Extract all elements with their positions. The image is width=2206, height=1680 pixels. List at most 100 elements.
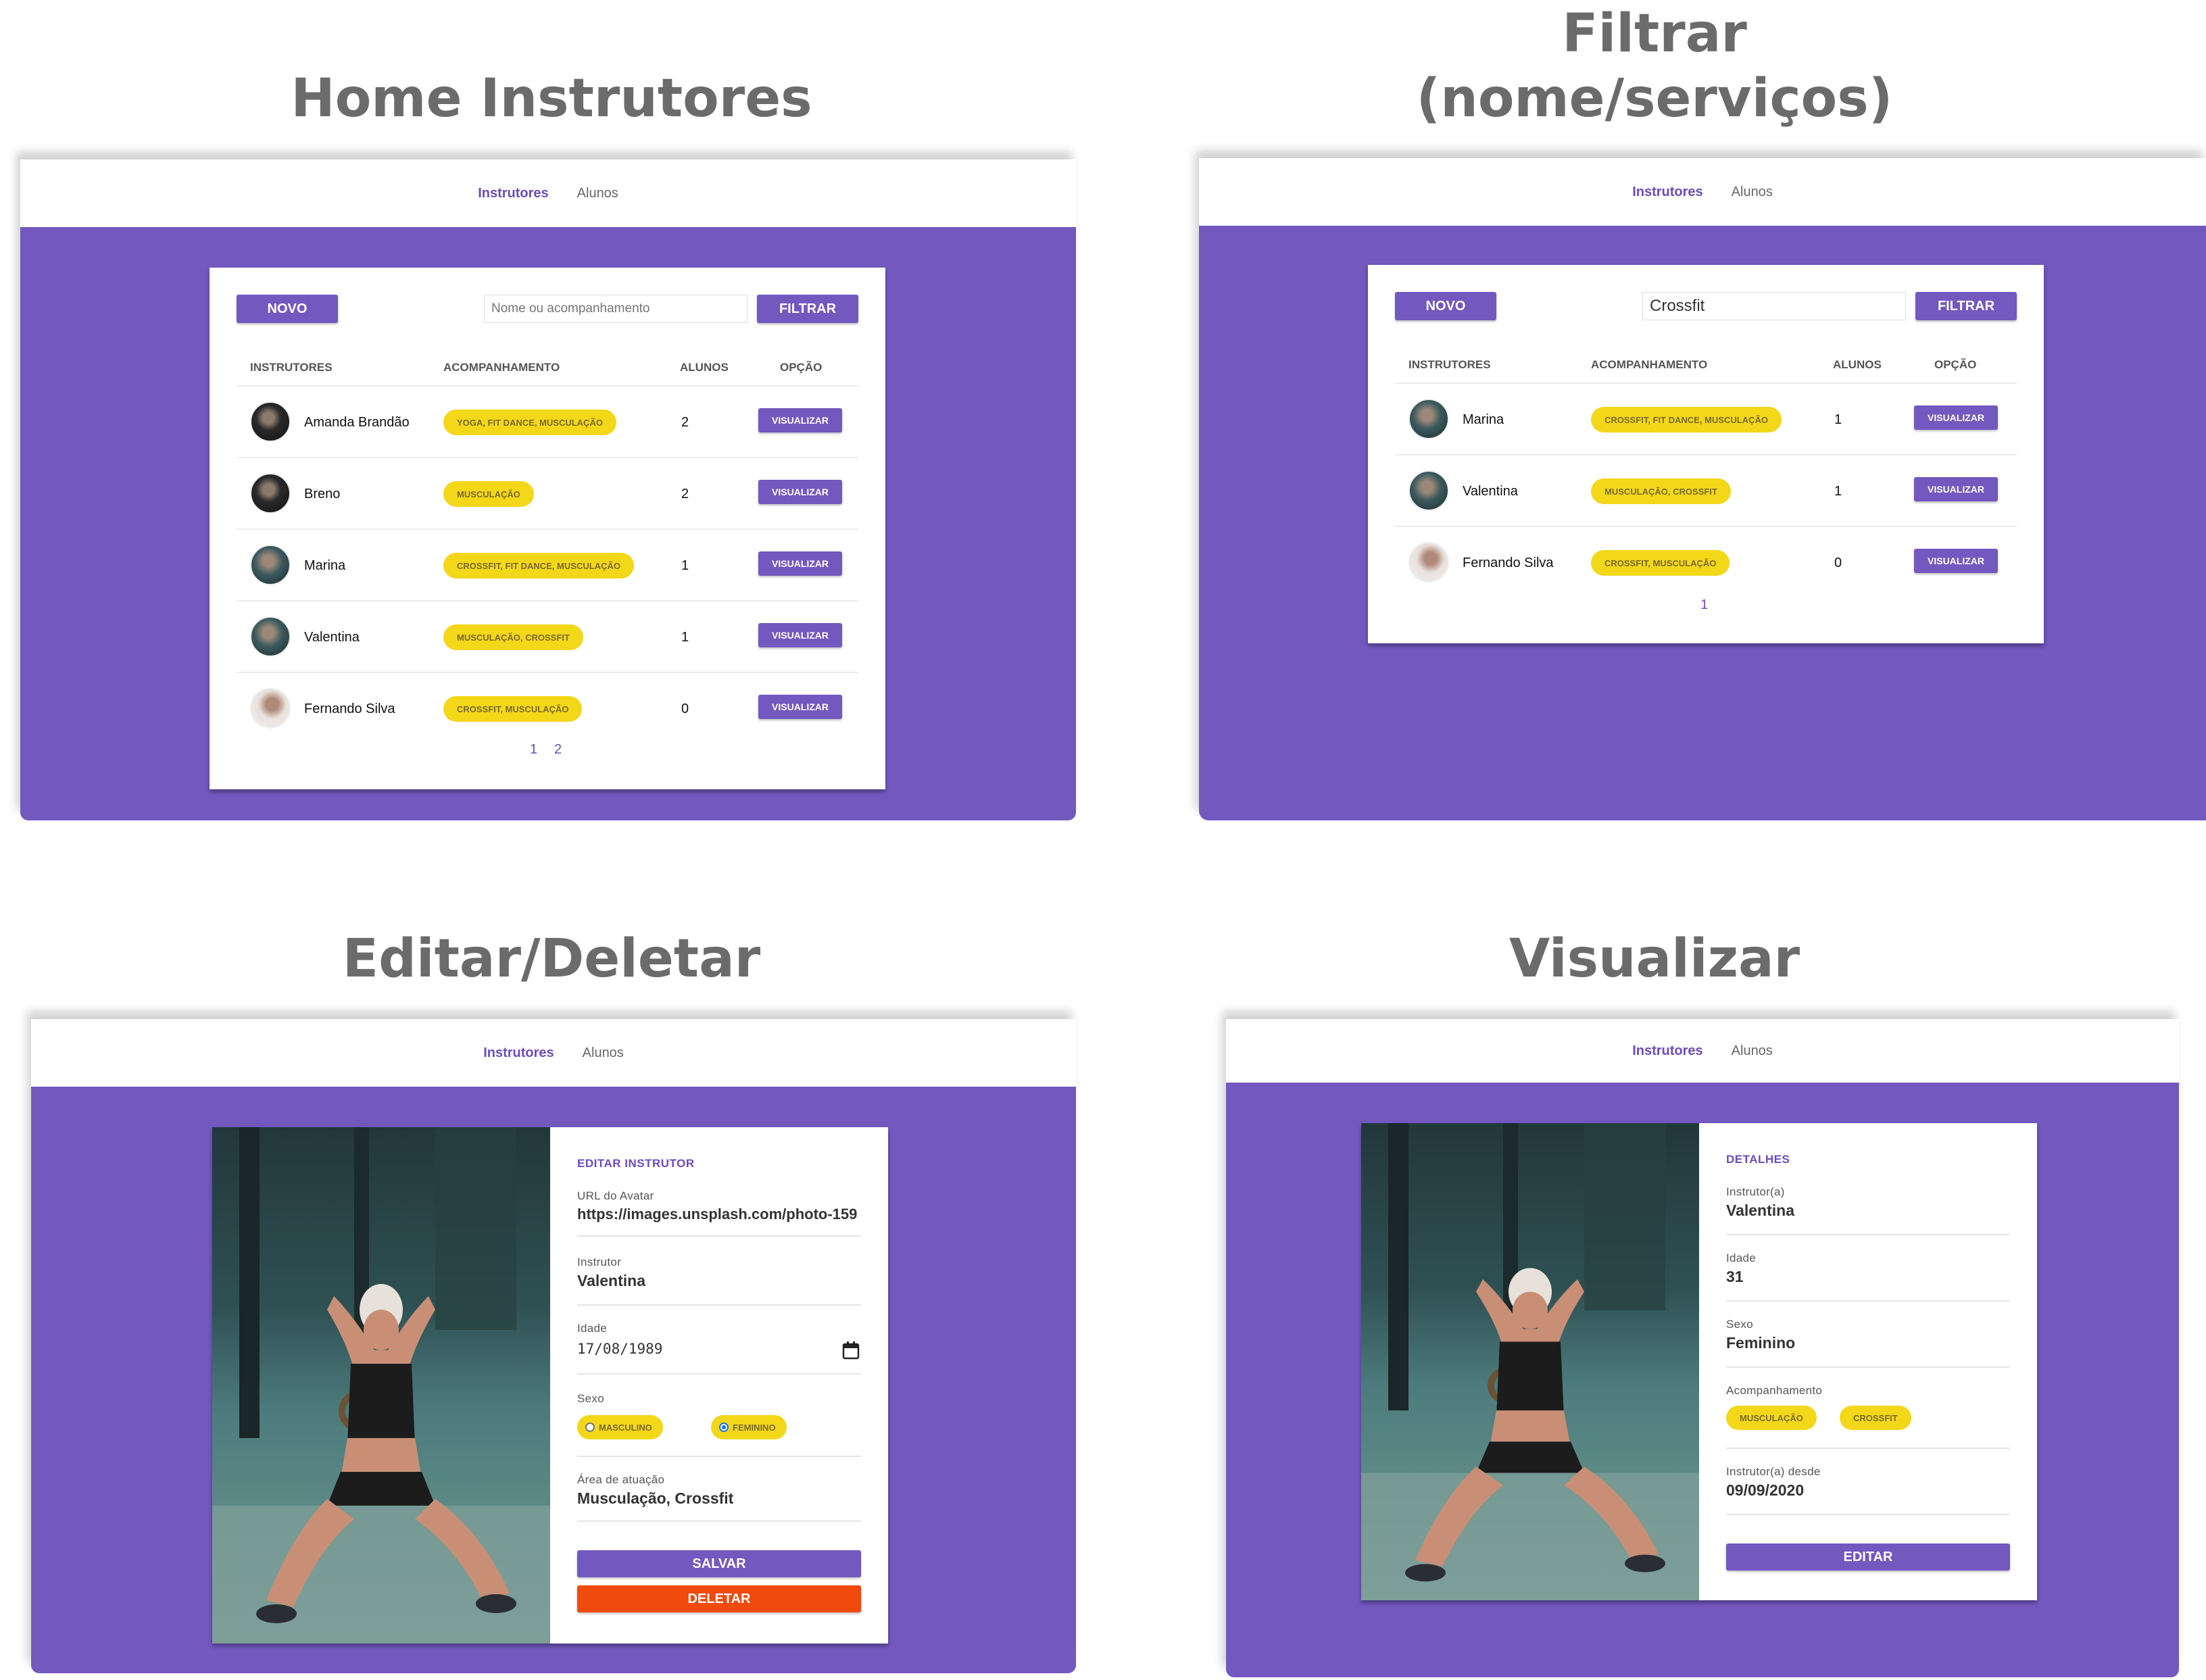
new-button[interactable]: NOVO (237, 295, 338, 323)
table-row: Marina CROSSFIT, FIT DANCE, MUSCULAÇÃO 1… (1368, 384, 2044, 455)
avatar (1408, 399, 1449, 439)
sex-label: Sexo (577, 1392, 604, 1405)
calendar-icon[interactable] (842, 1341, 860, 1360)
filter-button[interactable]: FILTRAR (757, 295, 858, 323)
nav-instructors[interactable]: Instrutores (483, 1045, 554, 1061)
nav-students[interactable]: Alunos (583, 1045, 624, 1061)
services-tag: CROSSFIT (1840, 1406, 1911, 1430)
form-heading: EDITAR INSTRUTOR (577, 1157, 695, 1170)
age-label: Idade (577, 1322, 608, 1335)
section-title: Editar/Deletar (342, 929, 761, 989)
app-window: Instrutores Alunos (1226, 1019, 2179, 1677)
instructor-field[interactable]: Valentina (577, 1272, 645, 1290)
view-section: Visualizar Instrutores Alunos DETALHES I… (1103, 840, 2206, 1680)
view-button[interactable]: VISUALIZAR (1914, 477, 1998, 501)
instructor-photo (212, 1127, 550, 1644)
section-title: Visualizar (1509, 929, 1800, 989)
students-count: 2 (681, 415, 689, 430)
avatar-url-label: URL do Avatar (577, 1189, 654, 1202)
top-nav: Instrutores Alunos (1199, 158, 2206, 226)
edit-button[interactable]: EDITAR (1726, 1543, 2010, 1571)
instructor-name: Breno (304, 487, 341, 501)
search-input[interactable]: Crossfit (1642, 292, 1906, 320)
services-tag: CROSSFIT, MUSCULAÇÃO (1591, 550, 1730, 576)
nav-students[interactable]: Alunos (577, 186, 618, 201)
app-window: Instrutores Alunos (31, 1019, 1076, 1673)
search-input[interactable] (484, 295, 747, 323)
table-row: Marina CROSSFIT, FIT DANCE, MUSCULAÇÃO 1… (210, 530, 885, 601)
services-tag: CROSSFIT, FIT DANCE, MUSCULAÇÃO (443, 553, 634, 578)
col-students: ALUNOS (680, 361, 729, 374)
col-services: ACOMPANHAMENTO (1591, 358, 1708, 371)
details-heading: DETALHES (1726, 1153, 1790, 1166)
new-button[interactable]: NOVO (1395, 292, 1496, 320)
avatar (250, 401, 291, 442)
table-row: Valentina MUSCULAÇÃO, CROSSFIT 1 VISUALI… (1368, 455, 2044, 527)
area-label: Área de atuação (577, 1473, 665, 1486)
page-link[interactable]: 1 (1700, 597, 1708, 613)
table-row: Fernando Silva CROSSFIT, MUSCULAÇÃO 0 VI… (1368, 527, 2044, 599)
section-title-line1: Filtrar (1562, 3, 1747, 64)
services-tag: MUSCULAÇÃO (1726, 1406, 1817, 1430)
avatar (250, 545, 291, 585)
view-button[interactable]: VISUALIZAR (1914, 549, 1998, 573)
avatar (1408, 542, 1449, 583)
top-nav: Instrutores Alunos (1226, 1019, 2179, 1083)
sex-option-label: FEMININO (733, 1422, 776, 1433)
nav-students[interactable]: Alunos (1732, 1043, 1773, 1059)
filter-button[interactable]: FILTRAR (1915, 292, 2017, 320)
col-option: OPÇÃO (1934, 358, 1977, 371)
table-row: Fernando Silva CROSSFIT, MUSCULAÇÃO 0 VI… (210, 673, 885, 745)
instructor-name: Marina (304, 558, 346, 573)
delete-button[interactable]: DELETAR (577, 1585, 861, 1612)
view-button[interactable]: VISUALIZAR (758, 551, 842, 576)
app-window: Instrutores Alunos NOVO FILTRAR INSTRUTO… (20, 159, 1076, 820)
view-button[interactable]: VISUALIZAR (758, 623, 842, 647)
nav-instructors[interactable]: Instrutores (478, 186, 548, 201)
home-section: Home Instrutores Instrutores Alunos NOVO… (0, 0, 1103, 840)
col-services: ACOMPANHAMENTO (443, 361, 560, 374)
view-button[interactable]: VISUALIZAR (758, 408, 842, 433)
col-option: OPÇÃO (780, 361, 823, 374)
nav-students[interactable]: Alunos (1732, 184, 1773, 200)
sex-option-label: MASCULINO (599, 1422, 652, 1433)
avatar-url-field[interactable]: https://images.unsplash.com/photo-159 (577, 1206, 861, 1223)
nav-instructors[interactable]: Instrutores (1632, 184, 1702, 200)
instructor-value: Valentina (1726, 1202, 1794, 1219)
services-tag: CROSSFIT, MUSCULAÇÃO (443, 696, 583, 722)
services-tag: MUSCULAÇÃO, CROSSFIT (443, 624, 583, 650)
instructor-label: Instrutor(a) (1726, 1185, 1785, 1198)
services-tag: YOGA, FIT DANCE, MUSCULAÇÃO (443, 410, 616, 435)
avatar (1408, 470, 1449, 511)
age-field[interactable]: 17/08/1989 (577, 1341, 662, 1357)
edit-section: Editar/Deletar Instrutores Alunos EDITAR… (0, 840, 1103, 1680)
page-link[interactable]: 2 (554, 742, 562, 758)
students-count: 1 (1834, 484, 1842, 499)
table-row: Valentina MUSCULAÇÃO, CROSSFIT 1 VISUALI… (210, 601, 885, 673)
since-value: 09/09/2020 (1726, 1481, 1805, 1499)
students-count: 1 (681, 558, 689, 573)
students-count: 1 (1834, 412, 1842, 427)
avatar (250, 616, 291, 657)
top-nav: Instrutores Alunos (31, 1019, 1076, 1087)
nav-instructors[interactable]: Instrutores (1632, 1043, 1702, 1059)
save-button[interactable]: SALVAR (577, 1550, 861, 1577)
instructor-name: Valentina (304, 630, 360, 645)
view-button[interactable]: VISUALIZAR (758, 695, 842, 719)
view-button[interactable]: VISUALIZAR (758, 480, 842, 504)
instructor-name: Amanda Brandão (304, 415, 410, 430)
age-value: 31 (1726, 1268, 1744, 1285)
services-tag: MUSCULAÇÃO (443, 481, 534, 507)
sex-option-male[interactable]: MASCULINO (577, 1415, 663, 1439)
instructor-name: Fernando Silva (1463, 555, 1554, 570)
avatar (250, 688, 291, 728)
instructor-photo (1361, 1123, 1699, 1600)
instructor-label: Instrutor (577, 1256, 622, 1268)
area-field[interactable]: Musculação, Crossfit (577, 1489, 733, 1508)
sex-option-female[interactable]: FEMININO (711, 1415, 787, 1439)
instructor-name: Valentina (1463, 484, 1518, 499)
page-link[interactable]: 1 (530, 742, 537, 758)
view-button[interactable]: VISUALIZAR (1914, 405, 1998, 430)
sex-label: Sexo (1726, 1318, 1753, 1331)
sex-value: Feminino (1726, 1334, 1796, 1352)
